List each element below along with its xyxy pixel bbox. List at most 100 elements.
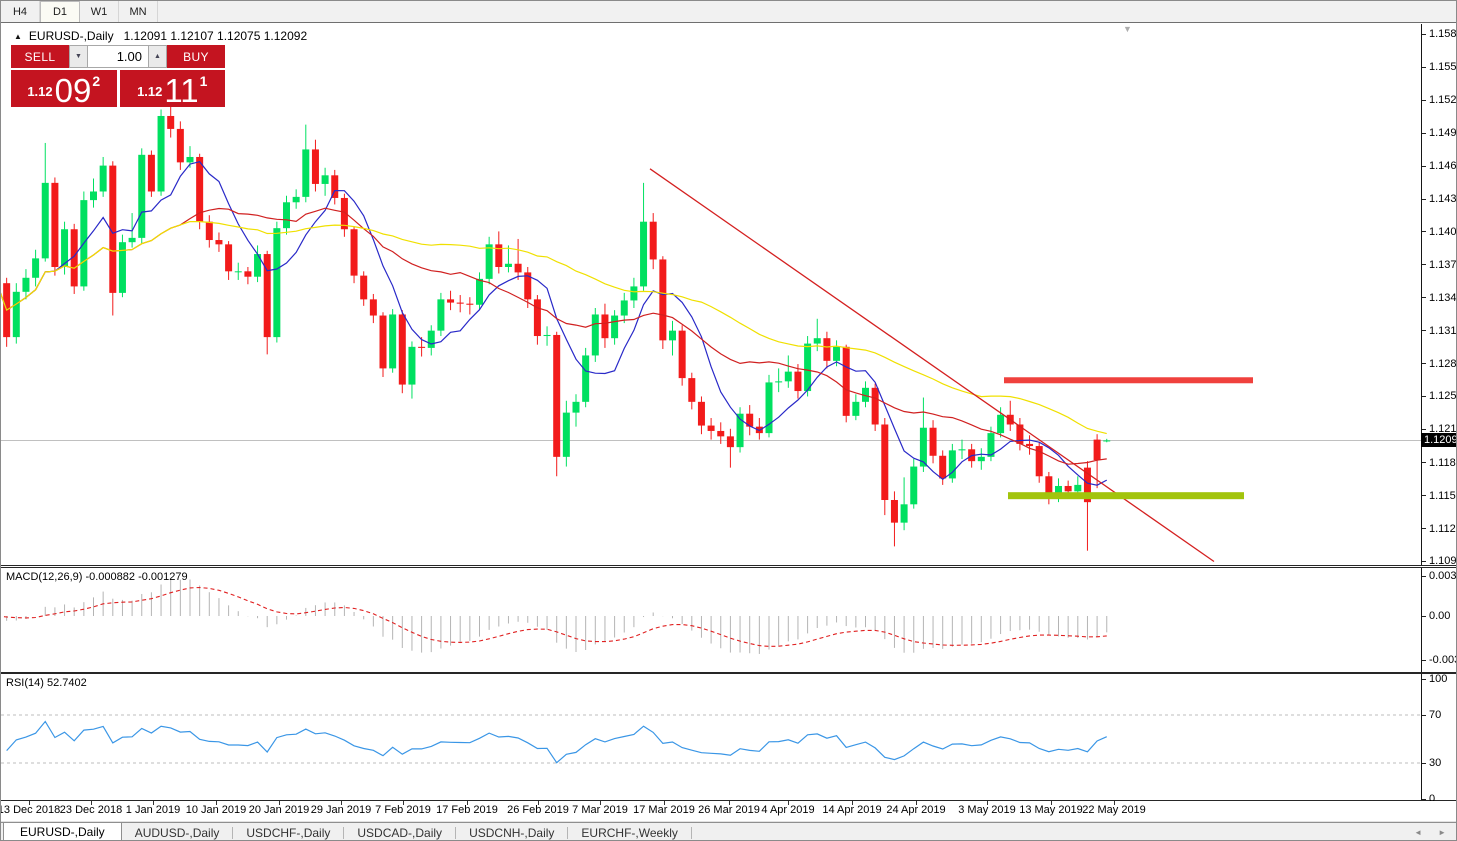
candle bbox=[978, 448, 985, 470]
date-label: 29 Jan 2019 bbox=[311, 804, 372, 816]
date-label: 26 Mar 2019 bbox=[698, 804, 760, 816]
latest-bar-marker-icon: ▼ bbox=[1123, 24, 1132, 34]
sell-button[interactable]: SELL bbox=[11, 45, 69, 68]
rsi-axis-label: 70 bbox=[1422, 708, 1441, 722]
macd-canvas[interactable] bbox=[1, 568, 1421, 672]
candle bbox=[235, 263, 242, 280]
candle bbox=[650, 213, 657, 269]
tab-scroll-right-icon[interactable]: ► bbox=[1438, 828, 1446, 837]
axis-tick bbox=[1422, 363, 1426, 364]
price-axis-label-text: 1.11885 bbox=[1429, 457, 1457, 469]
tab-scroll-left-icon[interactable]: ◄ bbox=[1414, 828, 1422, 837]
date-label: 1 Jan 2019 bbox=[126, 804, 180, 816]
candle bbox=[302, 125, 309, 203]
price-axis[interactable]: 1.158601.155501.152451.149401.146351.143… bbox=[1421, 24, 1456, 565]
price-axis-label-text: 1.15860 bbox=[1429, 28, 1457, 40]
axis-tick bbox=[1422, 715, 1426, 716]
price-axis-label: 1.13110 bbox=[1422, 324, 1457, 338]
candle bbox=[872, 383, 879, 430]
timeframe-button-mn[interactable]: MN bbox=[119, 1, 158, 22]
volume-input[interactable] bbox=[88, 45, 148, 68]
axis-tick bbox=[1422, 231, 1426, 232]
candle bbox=[959, 440, 966, 459]
timeframe-button-group: H4D1W1MN bbox=[1, 1, 158, 22]
macd-axis-label-text: 0.003287 bbox=[1429, 570, 1457, 582]
macd-axis-label: -0.00365 bbox=[1422, 653, 1457, 667]
candle bbox=[746, 405, 753, 435]
chart-tab-audusd[interactable]: AUDUSD-,Daily bbox=[122, 823, 233, 841]
candle bbox=[775, 368, 782, 392]
candle bbox=[206, 215, 213, 247]
macd-axis[interactable]: 0.0032870.00-0.00365 bbox=[1421, 568, 1456, 672]
price-axis-label-text: 1.12805 bbox=[1429, 358, 1457, 370]
candle bbox=[582, 348, 589, 407]
macd-axis-label: 0.003287 bbox=[1422, 569, 1457, 583]
rsi-canvas[interactable] bbox=[1, 674, 1421, 800]
rsi-panel: RSI(14) 52.7402 10070300 bbox=[1, 673, 1456, 801]
price-axis-label: 1.12805 bbox=[1422, 357, 1457, 371]
chart-tab-usdcad[interactable]: USDCAD-,Daily bbox=[344, 823, 455, 841]
macd-signal-line bbox=[1, 588, 1107, 647]
candle bbox=[399, 310, 406, 393]
candle bbox=[949, 444, 956, 483]
axis-tick bbox=[1422, 166, 1426, 167]
candle bbox=[901, 477, 908, 530]
candle bbox=[573, 394, 580, 426]
chart-ohlc-values: 1.12091 1.12107 1.12075 1.12092 bbox=[124, 29, 308, 43]
price-axis-label: 1.11885 bbox=[1422, 456, 1457, 470]
candle bbox=[331, 170, 338, 205]
chart-tab-bar: EURUSD-,DailyAUDUSD-,DailyUSDCHF-,DailyU… bbox=[1, 822, 1456, 841]
candle bbox=[32, 250, 39, 287]
volume-increase-button[interactable]: ▲ bbox=[148, 45, 167, 68]
price-axis-label-text: 1.15245 bbox=[1429, 94, 1457, 106]
price-axis-label: 1.13415 bbox=[1422, 291, 1457, 305]
timeframe-button-w1[interactable]: W1 bbox=[80, 1, 119, 22]
candle bbox=[244, 267, 251, 284]
date-label: 13 May 2019 bbox=[1019, 804, 1083, 816]
price-axis-label: 1.13720 bbox=[1422, 258, 1457, 272]
macd-histogram bbox=[1, 579, 1107, 653]
axis-tick bbox=[1422, 199, 1426, 200]
price-axis-label: 1.14330 bbox=[1422, 192, 1457, 206]
sell-quote[interactable]: 1.12 09 2 bbox=[11, 70, 117, 107]
candle bbox=[225, 241, 232, 280]
volume-decrease-button[interactable]: ▼ bbox=[69, 45, 88, 68]
buy-button[interactable]: BUY bbox=[167, 45, 225, 68]
price-axis-label: 1.12500 bbox=[1422, 389, 1457, 403]
timeframe-button-d1[interactable]: D1 bbox=[40, 1, 80, 22]
chart-tab-eurusd[interactable]: EURUSD-,Daily bbox=[3, 823, 122, 841]
date-label: 23 Dec 2018 bbox=[60, 804, 122, 816]
buy-price-big: 11 bbox=[164, 77, 198, 104]
spin-down-icon: ▼ bbox=[75, 53, 82, 60]
collapse-arrow-icon[interactable]: ▲ bbox=[14, 32, 22, 41]
candle bbox=[553, 332, 560, 477]
time-axis[interactable]: 13 Dec 201823 Dec 20181 Jan 201910 Jan 2… bbox=[1, 801, 1456, 822]
timeframe-toolbar: H4D1W1MN bbox=[1, 1, 1456, 23]
price-axis-label-text: 1.11580 bbox=[1429, 490, 1457, 502]
tab-scroll-controls: ◄ ► bbox=[1414, 823, 1446, 841]
date-label: 24 Apr 2019 bbox=[886, 804, 945, 816]
date-label: 7 Feb 2019 bbox=[375, 804, 431, 816]
date-label: 13 Dec 2018 bbox=[0, 804, 60, 816]
axis-tick bbox=[1422, 495, 1426, 496]
candle bbox=[312, 140, 319, 192]
candle bbox=[505, 245, 512, 272]
current-price-tag: 1.12092 bbox=[1421, 433, 1457, 447]
axis-tick bbox=[1422, 576, 1426, 577]
rsi-axis-label: 30 bbox=[1422, 756, 1441, 770]
timeframe-button-h4[interactable]: H4 bbox=[1, 1, 40, 22]
buy-quote[interactable]: 1.12 11 1 bbox=[120, 70, 226, 107]
price-axis-label: 1.14025 bbox=[1422, 225, 1457, 239]
chart-tab-usdcnh[interactable]: USDCNH-,Daily bbox=[456, 823, 567, 841]
price-axis-label: 1.14635 bbox=[1422, 159, 1457, 173]
macd-panel: MACD(12,26,9) -0.000882 -0.001279 0.0032… bbox=[1, 567, 1456, 673]
candle bbox=[495, 231, 502, 273]
candle bbox=[534, 295, 541, 345]
date-label: 14 Apr 2019 bbox=[822, 804, 881, 816]
axis-tick bbox=[1422, 561, 1426, 562]
rsi-axis[interactable]: 10070300 bbox=[1421, 674, 1456, 800]
candle bbox=[486, 237, 493, 284]
one-click-trading-panel: SELL ▼ ▲ BUY 1.12 09 2 1.12 11 bbox=[11, 45, 225, 107]
chart-tab-usdchf[interactable]: USDCHF-,Daily bbox=[233, 823, 343, 841]
chart-tab-eurchf[interactable]: EURCHF-,Weekly bbox=[568, 823, 690, 841]
